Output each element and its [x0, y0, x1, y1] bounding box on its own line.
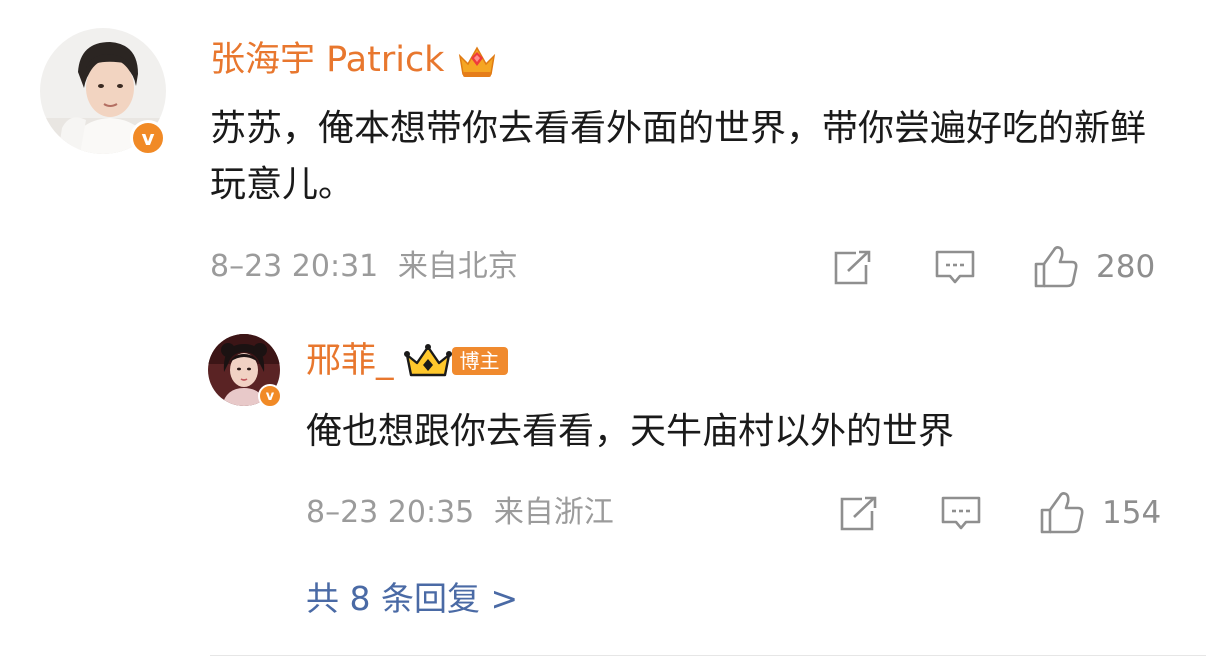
like-count: 154 — [1102, 494, 1162, 531]
comment-header: 张海宇 Patrick — [210, 38, 498, 82]
more-replies-link[interactable]: 共 8 条回复 > — [306, 582, 518, 615]
repost-icon — [840, 496, 877, 531]
comment-username[interactable]: 张海宇 Patrick — [210, 42, 444, 78]
comment-icon — [935, 250, 975, 284]
like-button[interactable]: 280 — [1032, 244, 1155, 290]
reply-time: 8–23 20:35 — [306, 495, 475, 530]
comment-text: 苏苏，俺本想带你去看看外面的世界，带你尝遍好吃的新鲜玩意儿。 — [210, 108, 1147, 205]
verified-badge-icon: v — [258, 384, 282, 408]
reply-meta: 8–23 20:35 来自浙江 — [306, 498, 614, 528]
reply-location: 来自浙江 — [493, 495, 614, 530]
reply-text: 俺也想跟你去看看，天牛庙村以外的世界 — [306, 411, 955, 452]
reply-comment-button[interactable] — [940, 494, 984, 534]
like-count: 280 — [1096, 248, 1156, 285]
comment-icon — [941, 496, 981, 530]
vip-crown-icon — [456, 40, 498, 80]
comment-location: 来自北京 — [397, 249, 518, 284]
author-tag: 博主 — [451, 347, 508, 375]
verified-badge-icon: v — [130, 120, 166, 156]
thumbs-up-icon — [1034, 246, 1078, 288]
avatar-zhang-haiyu[interactable]: v — [40, 28, 166, 156]
repost-button[interactable] — [832, 248, 876, 288]
reply-repost-button[interactable] — [838, 494, 882, 534]
comment-button[interactable] — [934, 248, 978, 288]
reply-header: 邢菲_ 博主 — [306, 340, 508, 382]
reply-like-button[interactable]: 154 — [1038, 490, 1161, 536]
vip-crown-icon — [403, 343, 452, 379]
repost-icon — [834, 250, 871, 285]
comment-meta: 8–23 20:31 来自北京 — [210, 252, 518, 282]
comment-time: 8–23 20:31 — [210, 249, 379, 284]
thumbs-up-icon — [1040, 492, 1084, 534]
avatar-xing-fei[interactable]: v — [208, 334, 282, 408]
divider — [210, 655, 1206, 656]
reply-username[interactable]: 邢菲_ — [306, 343, 394, 379]
